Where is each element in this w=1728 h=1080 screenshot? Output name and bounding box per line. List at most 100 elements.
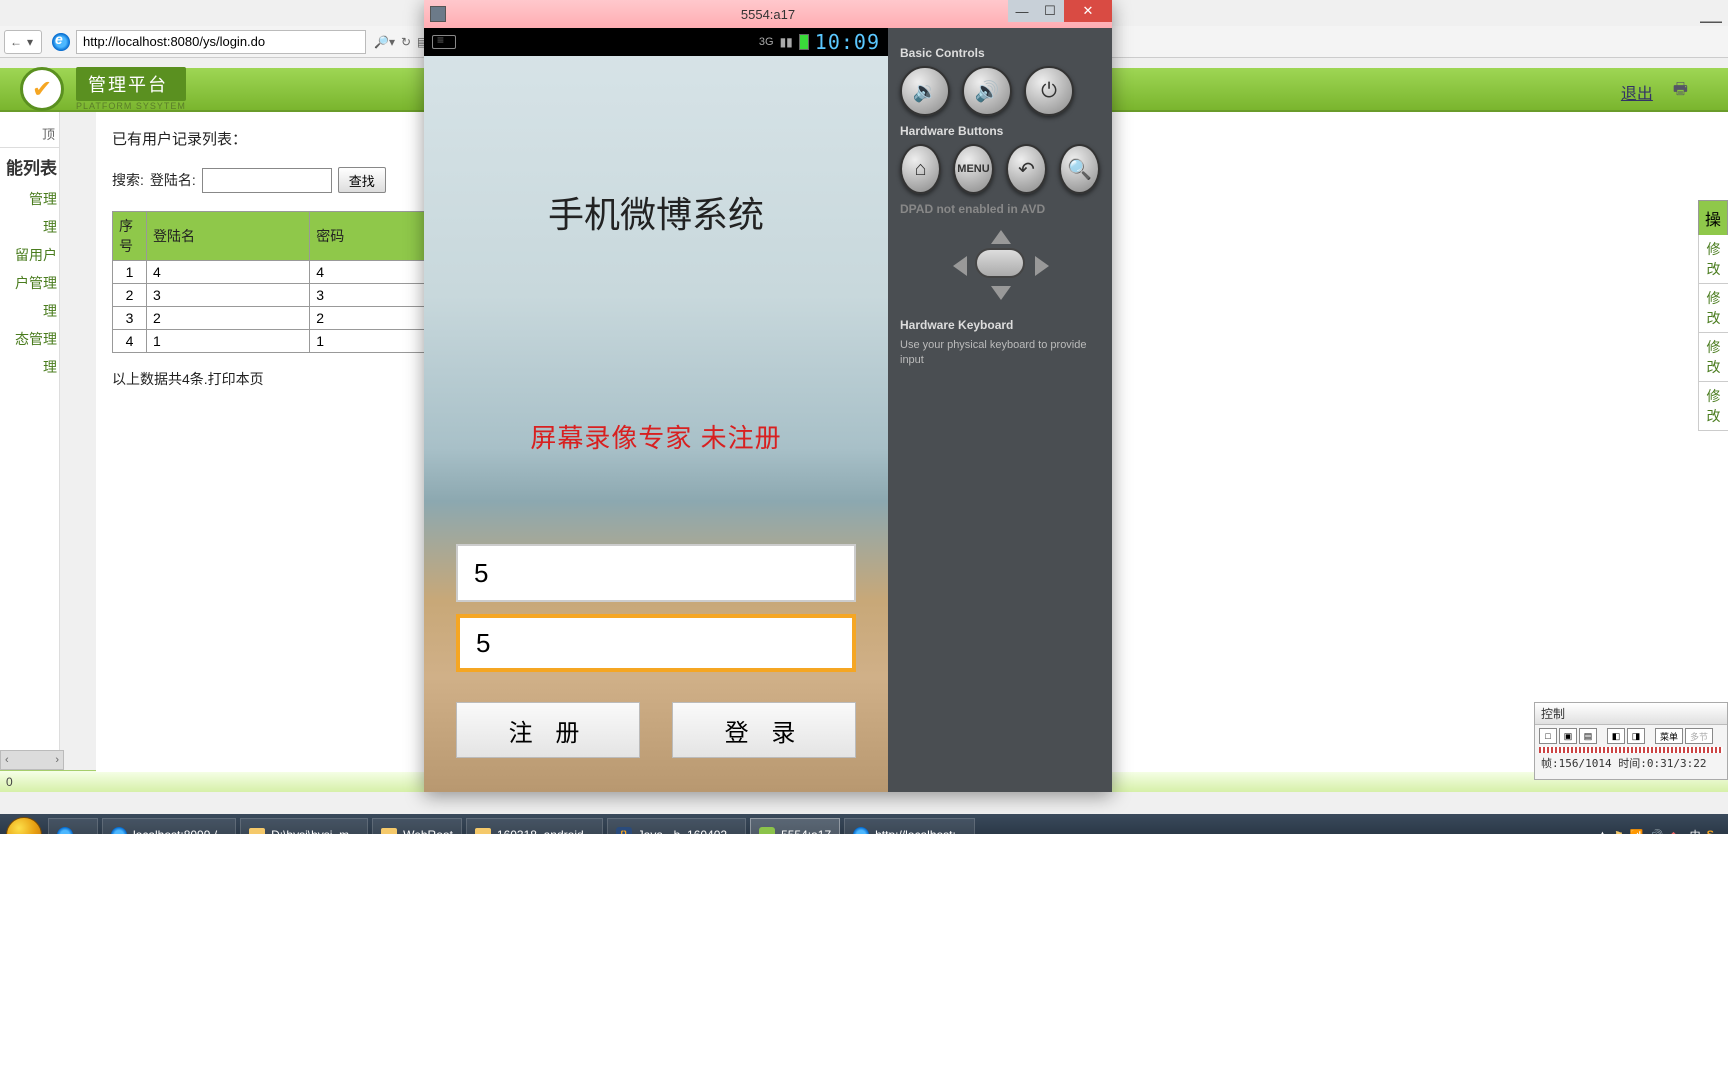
power-button[interactable]: ⏻ — [1024, 66, 1074, 116]
status-right: 3G ▮▮ 10:09 — [759, 30, 880, 54]
android-status-bar: 3G ▮▮ 10:09 — [424, 28, 888, 56]
sidebar-item[interactable]: 管理 — [0, 185, 59, 213]
horizontal-scrollbar[interactable]: ‹› — [0, 750, 64, 770]
refresh-icon[interactable]: ↻ — [401, 35, 411, 49]
recorder-btn-4[interactable]: ◧ — [1607, 728, 1625, 744]
dpad-label: DPAD not enabled in AVD — [900, 202, 1100, 216]
register-button[interactable]: 注 册 — [456, 702, 640, 758]
dpad-up-icon — [991, 230, 1011, 244]
cell-password: 1 — [310, 330, 432, 353]
menu-button[interactable]: MENU — [953, 144, 994, 194]
table-row: 322 — [113, 307, 432, 330]
search-button[interactable]: 查找 — [338, 167, 386, 193]
emulator-window: 5554:a17 — ☐ ✕ 3G ▮▮ 10:09 手机微博系统 屏幕录像专家… — [424, 0, 1112, 792]
col-password: 密码 — [310, 212, 432, 261]
cell-index: 2 — [113, 284, 147, 307]
edit-link[interactable]: 修改 — [1698, 235, 1728, 284]
cell-password: 3 — [310, 284, 432, 307]
recorder-btn-3[interactable]: ▤ — [1579, 728, 1597, 744]
volume-down-button[interactable]: 🔉 — [900, 66, 950, 116]
nav-button-group: ← ▾ — [4, 30, 42, 54]
emulator-controls: Basic Controls 🔉 🔊 ⏻ Hardware Buttons ⌂ … — [888, 28, 1112, 792]
dpad-down-icon — [991, 286, 1011, 300]
print-icon[interactable]: 🖶 — [1673, 78, 1688, 105]
far-minimize-icon[interactable]: — — [1700, 8, 1722, 34]
platform-logo-icon: ✔ — [20, 67, 64, 111]
basic-controls-label: Basic Controls — [900, 46, 1100, 60]
back-button[interactable]: ↶ — [1006, 144, 1047, 194]
recorder-control-panel[interactable]: 控制 □ ▣ ▤ ◧ ◨ 菜单 多节 帧:156/1014 时间:0:31/3:… — [1534, 702, 1728, 780]
cell-login: 3 — [147, 284, 310, 307]
table-row: 411 — [113, 330, 432, 353]
scroll-right-icon[interactable]: › — [51, 754, 63, 766]
sidebar-item[interactable]: 理 — [0, 213, 59, 241]
emulator-titlebar[interactable]: 5554:a17 — ☐ ✕ — [424, 0, 1112, 28]
search-dropdown-icon[interactable]: 🔎▾ — [374, 35, 395, 49]
button-row: 注 册 登 录 — [456, 702, 856, 758]
edit-link[interactable]: 修改 — [1698, 333, 1728, 382]
recorder-menu-button[interactable]: 菜单 — [1655, 728, 1683, 744]
home-button[interactable]: ⌂ — [900, 144, 941, 194]
sidebar-header: 能列表 — [0, 148, 59, 185]
maximize-button[interactable]: ☐ — [1036, 0, 1064, 22]
status-clock: 10:09 — [815, 30, 880, 54]
emulator-body: 3G ▮▮ 10:09 手机微博系统 屏幕录像专家 未注册 注 册 登 录 Ba… — [424, 28, 1112, 792]
url-text: http://localhost:8080/ys/login.do — [83, 34, 265, 49]
cell-index: 4 — [113, 330, 147, 353]
password-input[interactable] — [456, 614, 856, 672]
col-login: 登陆名 — [147, 212, 310, 261]
cell-password: 4 — [310, 261, 432, 284]
volume-up-button[interactable]: 🔊 — [962, 66, 1012, 116]
ie-icon — [52, 33, 70, 51]
scroll-left-icon[interactable]: ‹ — [1, 754, 13, 766]
emulator-window-title: 5554:a17 — [741, 7, 795, 22]
sidebar-item[interactable]: 户管理 — [0, 269, 59, 297]
hw-keyboard-label: Hardware Keyboard — [900, 318, 1100, 332]
url-field[interactable]: http://localhost:8080/ys/login.do — [76, 30, 366, 54]
search-button[interactable]: 🔍 — [1059, 144, 1100, 194]
login-form: 注 册 登 录 — [424, 544, 888, 758]
emulator-app-icon — [430, 6, 446, 22]
cell-login: 4 — [147, 261, 310, 284]
signal-icon: ▮▮ — [780, 35, 793, 49]
logout-link[interactable]: 退出 — [1621, 80, 1653, 104]
platform-title: 管理平台 — [76, 67, 186, 101]
recorder-btn-1[interactable]: □ — [1539, 728, 1557, 744]
minimize-button[interactable]: — — [1008, 0, 1036, 22]
cell-index: 1 — [113, 261, 147, 284]
search-field-label: 登陆名: — [150, 170, 196, 190]
sidebar: 顶 能列表 管理 理 留用户 户管理 理 态管理 理 — [0, 112, 60, 772]
app-title: 手机微博系统 — [424, 186, 888, 238]
recorder-toolbar: □ ▣ ▤ ◧ ◨ 菜单 多节 — [1535, 725, 1727, 747]
sidebar-item[interactable]: 理 — [0, 297, 59, 325]
cell-login: 2 — [147, 307, 310, 330]
action-column-header: 操 — [1698, 200, 1728, 235]
sidebar-item[interactable]: 留用户 — [0, 241, 59, 269]
sidebar-item[interactable]: 理 — [0, 353, 59, 381]
window-controls: — ☐ ✕ — [1008, 0, 1112, 22]
recorder-btn-2[interactable]: ▣ — [1559, 728, 1577, 744]
sidebar-top-tab[interactable]: 顶 — [0, 120, 59, 148]
battery-icon — [799, 34, 809, 50]
sidebar-item[interactable]: 态管理 — [0, 325, 59, 353]
user-table: 序号 登陆名 密码 144233322411 — [112, 211, 432, 353]
username-input[interactable] — [456, 544, 856, 602]
forward-arrow-icon[interactable]: ▾ — [23, 35, 37, 49]
cell-password: 2 — [310, 307, 432, 330]
edit-link[interactable]: 修改 — [1698, 382, 1728, 431]
col-index: 序号 — [113, 212, 147, 261]
android-screen[interactable]: 3G ▮▮ 10:09 手机微博系统 屏幕录像专家 未注册 注 册 登 录 — [424, 28, 888, 792]
recorder-status: 帧:156/1014 时间:0:31/3:22 — [1535, 753, 1727, 773]
back-arrow-icon[interactable]: ← — [9, 35, 23, 49]
close-button[interactable]: ✕ — [1064, 0, 1112, 22]
login-button[interactable]: 登 录 — [672, 702, 856, 758]
edit-link[interactable]: 修改 — [1698, 284, 1728, 333]
recorder-btn-5[interactable]: ◨ — [1627, 728, 1645, 744]
search-input[interactable] — [202, 168, 332, 193]
platform-subtitle: PLATFORM SYSYTEM — [76, 101, 186, 111]
blank-area — [0, 834, 1728, 1080]
status-count: 0 — [6, 775, 13, 789]
hw-keyboard-note: Use your physical keyboard to provide in… — [900, 338, 1100, 369]
recorder-more-button[interactable]: 多节 — [1685, 728, 1713, 744]
cell-login: 1 — [147, 330, 310, 353]
